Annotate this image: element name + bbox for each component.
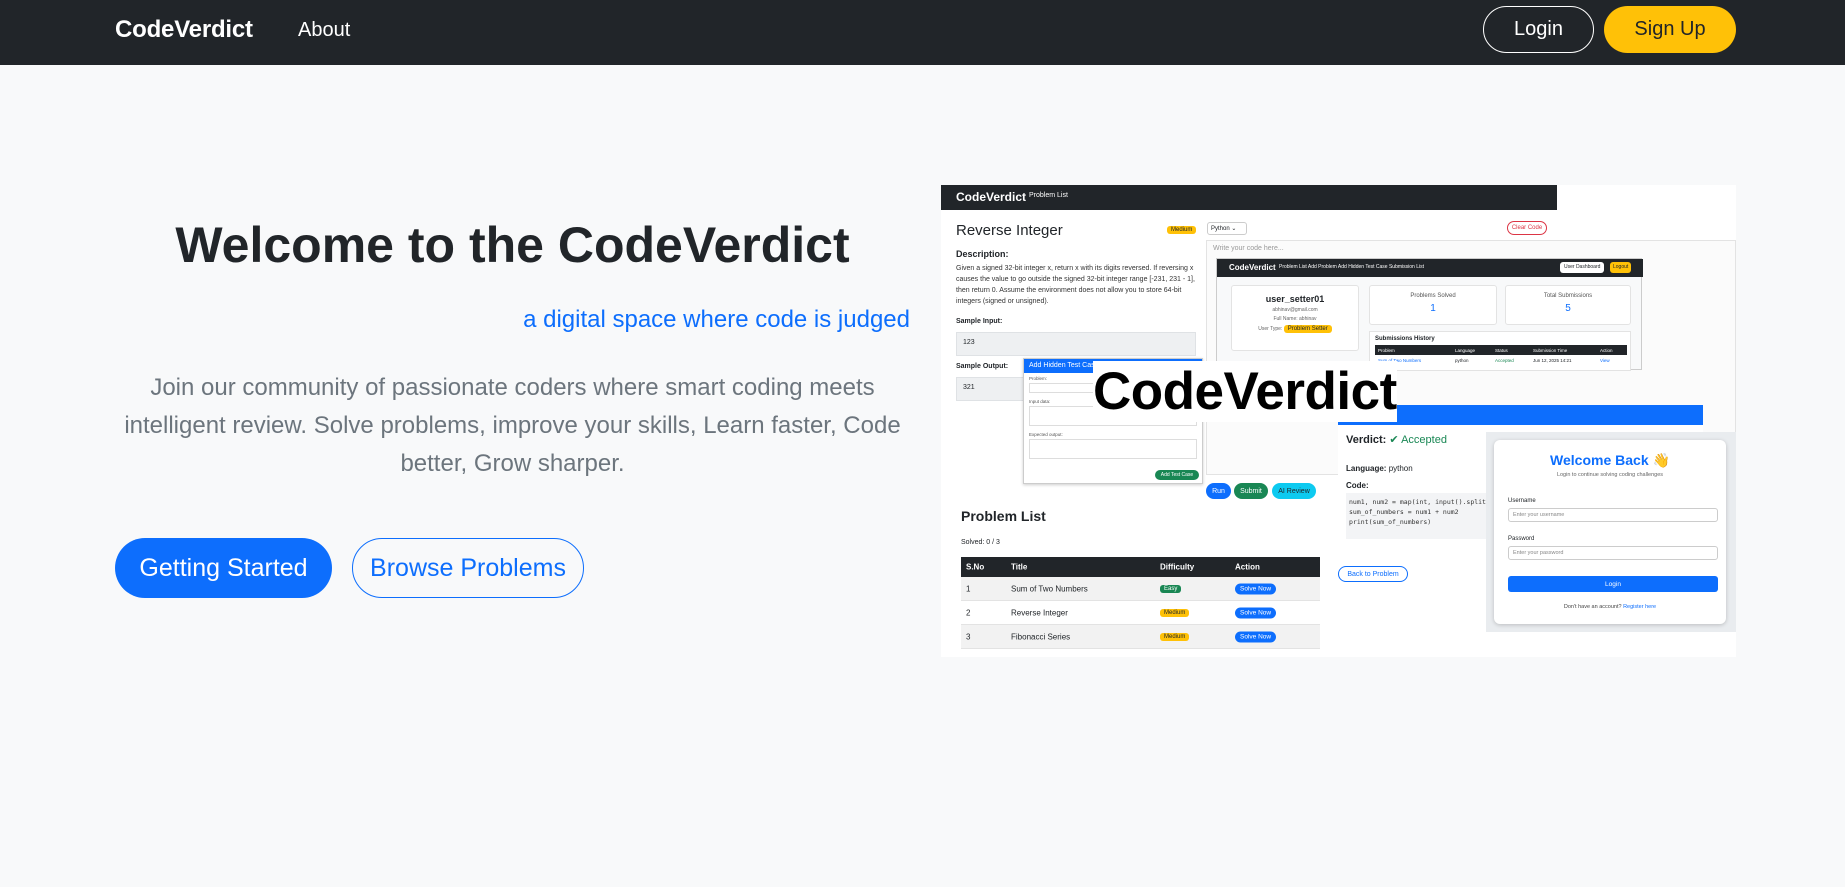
preview-problem-table: S.No Title Difficulty Action 1 Sum of Tw…	[961, 557, 1320, 649]
preview-dashboard-navbar: CodeVerdict Problem List Add Problem Add…	[1217, 259, 1643, 277]
preview-back-to-problem-button: Back to Problem	[1338, 566, 1408, 582]
preview-user-type: User Type: Problem Setter	[1232, 325, 1358, 333]
signup-button[interactable]: Sign Up	[1604, 6, 1736, 53]
preview-problem-list-title: Problem List	[961, 508, 1046, 524]
preview-dashboard: CodeVerdict Problem List Add Problem Add…	[1216, 258, 1643, 371]
preview-problems-solved-card: Problems Solved 1	[1369, 285, 1497, 325]
preview-description: Given a signed 32-bit integer x, return …	[956, 265, 1195, 305]
navbar: CodeVerdict About Login Sign Up	[0, 0, 1845, 65]
preview-run-button: Run	[1206, 483, 1231, 499]
preview-login-screen: Welcome Back 👋 Login to continue solving…	[1486, 432, 1736, 632]
preview-history-header: Problem Language Status Submission Time …	[1375, 345, 1627, 355]
preview-total-submissions-card: Total Submissions 5	[1505, 285, 1631, 325]
hero-title: Welcome to the CodeVerdict	[175, 217, 850, 273]
check-icon: ✔	[1389, 434, 1399, 446]
nav-about-link[interactable]: About	[298, 19, 350, 42]
brand-logo[interactable]: CodeVerdict	[115, 16, 253, 44]
preview-username: user_setter01	[1265, 294, 1325, 304]
preview-sample-input-label: Sample Input:	[956, 318, 1003, 325]
preview-submission-history: Submissions History Problem Language Sta…	[1369, 331, 1631, 371]
preview-login-card: Welcome Back 👋 Login to continue solving…	[1494, 440, 1726, 624]
table-row: 2 Reverse Integer Medium Solve Now	[961, 601, 1320, 625]
preview-sample-input: 123	[956, 332, 1196, 356]
hero-preview-image: CodeVerdict Problem List Reverse Integer…	[941, 185, 1736, 657]
preview-user-email: abhinav@gmail.com	[1272, 307, 1318, 313]
hero-subtitle: a digital space where code is judged	[523, 306, 910, 333]
preview-user-fullname: Full Name: abhinav	[1273, 316, 1317, 322]
browse-problems-button[interactable]: Browse Problems	[352, 538, 584, 598]
preview-problem-table-header: S.No Title Difficulty Action	[961, 557, 1320, 577]
preview-brand: CodeVerdict	[956, 190, 1027, 204]
getting-started-button[interactable]: Getting Started	[115, 538, 332, 598]
preview-logout-button: Logout	[1610, 262, 1632, 273]
preview-verdict-code: num1, num2 = map(int, input().split sum_…	[1346, 493, 1496, 539]
table-row: 1 Sum of Two Numbers Easy Solve Now	[961, 577, 1320, 601]
preview-problem-title: Reverse Integer	[956, 222, 1063, 239]
preview-sample-output: 321	[956, 377, 1026, 401]
preview-history-row: Sum of Two Numbers python Accepted Jun 1…	[1378, 358, 1610, 363]
preview-verdict: Verdict: ✔ Accepted	[1346, 434, 1447, 446]
preview-navbar: CodeVerdict Problem List	[941, 185, 1557, 210]
preview-dashboard-brand: CodeVerdict	[1229, 263, 1276, 272]
preview-nav-link: Problem List	[1029, 192, 1068, 199]
preview-language-select: Python ⌄	[1207, 222, 1247, 235]
preview-dashboard-links: Problem List Add Problem Add Hidden Test…	[1279, 264, 1424, 270]
preview-clear-code-button: Clear Code	[1507, 221, 1547, 235]
preview-user-card: user_setter01 abhinav@gmail.com Full Nam…	[1231, 285, 1359, 351]
preview-sample-output-label: Sample Output:	[956, 363, 1009, 370]
preview-user-dashboard-button: User Dashboard	[1560, 262, 1605, 273]
preview-submit-button: Submit	[1234, 483, 1268, 499]
preview-solved-count: Solved: 0 / 3	[961, 539, 1000, 546]
preview-difficulty-badge: Medium	[1167, 226, 1197, 234]
preview-big-logo: CodeVerdict	[1093, 361, 1397, 422]
preview-verdict-language: Language: python	[1346, 464, 1413, 473]
hero-description: Join our community of passionate coders …	[124, 374, 901, 477]
preview-add-test-case-button: Add Test Case	[1155, 470, 1199, 480]
preview-description-label: Description:	[956, 249, 1009, 259]
preview-ai-review-button: AI Review	[1272, 483, 1316, 499]
table-row: 3 Fibonacci Series Medium Solve Now	[961, 625, 1320, 649]
login-button[interactable]: Login	[1483, 6, 1594, 53]
